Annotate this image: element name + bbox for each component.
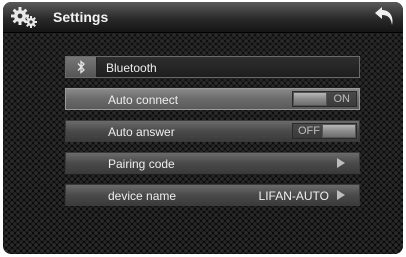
device-name-label: device name [108,189,177,203]
page-title: Settings [53,9,109,25]
pairing-code-row[interactable]: Pairing code [65,152,360,174]
auto-answer-row[interactable]: Auto answer OFF [65,120,360,142]
auto-answer-label: Auto answer [108,125,175,139]
pairing-code-label: Pairing code [108,157,175,171]
bluetooth-icon-cell [66,57,97,77]
chevron-right-icon [337,158,345,168]
bluetooth-icon [77,60,85,74]
device-name-row[interactable]: device name LIFAN-AUTO [65,184,360,206]
header-bar: Settings [3,2,403,33]
toggle-state-text: ON [333,93,351,105]
auto-connect-row[interactable]: Auto connect ON [65,88,360,110]
toggle-knob [293,92,327,106]
back-arrow-icon[interactable] [373,5,397,27]
auto-connect-label: Auto connect [108,93,179,107]
toggle-knob [322,124,356,138]
device-name-value: LIFAN-AUTO [258,189,329,203]
auto-answer-toggle[interactable]: OFF [292,123,357,139]
settings-screen: Settings Bluetooth Auto connect ON Auto … [3,2,403,254]
auto-connect-toggle[interactable]: ON [292,91,357,107]
toggle-state-text: OFF [298,125,320,137]
chevron-right-icon [337,190,345,200]
settings-gears-icon [11,7,37,28]
bluetooth-row[interactable]: Bluetooth [65,56,360,78]
bluetooth-label: Bluetooth [106,61,157,75]
